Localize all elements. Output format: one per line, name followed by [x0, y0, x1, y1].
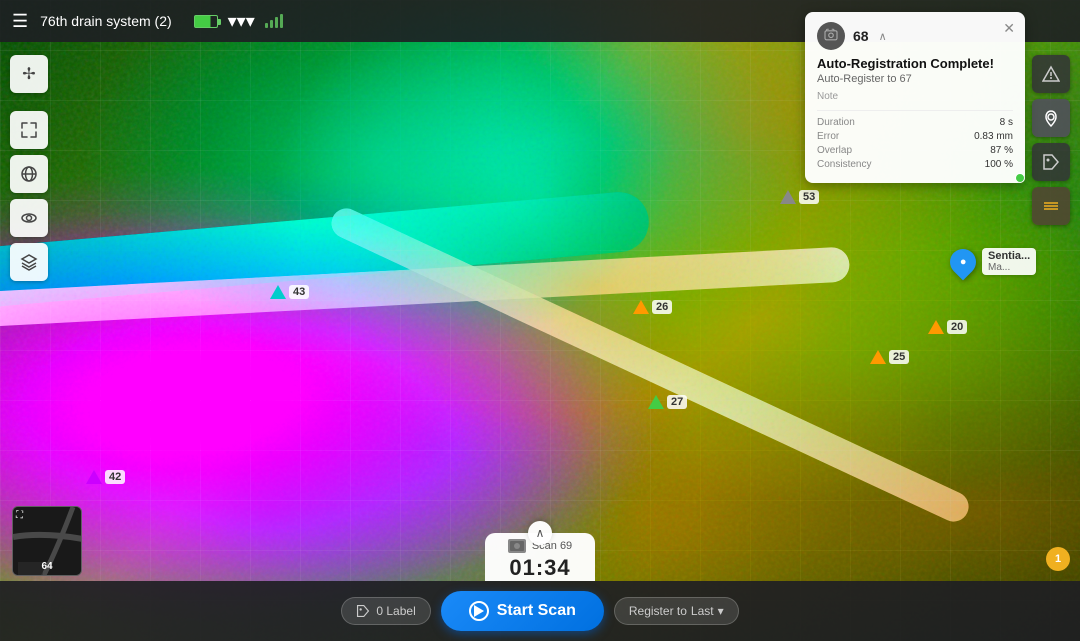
menu-icon[interactable]: ☰: [12, 11, 28, 32]
marker-42[interactable]: 42: [86, 470, 125, 484]
scan-thumbnail: [508, 539, 526, 553]
notification-note-label: Note: [817, 91, 1013, 102]
pin-label-sub: Ma...: [988, 262, 1030, 273]
location-right-button[interactable]: [1032, 99, 1070, 137]
scan-card-expand-button[interactable]: ∧: [528, 521, 552, 545]
move-tool-button[interactable]: ✢: [10, 55, 48, 93]
start-scan-label: Start Scan: [497, 602, 576, 620]
label-button[interactable]: 0 Label: [341, 597, 430, 625]
start-scan-button[interactable]: Start Scan: [441, 591, 604, 631]
marker-43[interactable]: 43: [270, 285, 309, 299]
view-tool-button[interactable]: [10, 199, 48, 237]
label-btn-text: 0 Label: [376, 604, 415, 618]
notif-row-duration: Duration 8 s: [817, 117, 1013, 128]
pin-label-main: Sentia...: [988, 250, 1030, 262]
start-scan-icon: [469, 601, 489, 621]
yellow-badge[interactable]: 1: [1046, 547, 1070, 571]
notif-row-overlap: Overlap 87 %: [817, 145, 1013, 156]
marker-20[interactable]: 20: [928, 320, 967, 334]
notification-avatar: [817, 22, 845, 50]
marker-53[interactable]: 53: [780, 190, 819, 204]
globe-tool-button[interactable]: [10, 155, 48, 193]
wifi-icon: ▾▾▾: [228, 11, 255, 32]
header-status-icons: ▾▾▾: [194, 11, 283, 32]
expand-tool-button[interactable]: [10, 111, 48, 149]
mini-map-expand-icon[interactable]: ⛶: [16, 510, 23, 521]
page-title: 76th drain system (2): [40, 13, 172, 29]
marker-27[interactable]: 27: [648, 395, 687, 409]
marker-26[interactable]: 26: [633, 300, 672, 314]
notif-row-error: Error 0.83 mm: [817, 131, 1013, 142]
notification-chevron: ∧: [879, 30, 887, 43]
battery-indicator: [194, 15, 218, 28]
scan-timer: 01:34: [509, 555, 570, 581]
tag-right-button[interactable]: [1032, 143, 1070, 181]
scan-card: ∧ Scan 69 01:34: [485, 533, 595, 581]
register-label: Register to: [629, 604, 687, 618]
signal-icon: [265, 14, 283, 28]
register-dropdown-icon[interactable]: ▾: [718, 604, 724, 618]
left-toolbar: ✢: [10, 55, 48, 281]
notification-close-button[interactable]: ✕: [1003, 20, 1015, 37]
app-container: 43 26 27 20 25 42 53 ● Sentia...: [0, 0, 1080, 641]
location-pin-sentia[interactable]: ● Sentia... Ma...: [950, 248, 1036, 275]
notification-details: Duration 8 s Error 0.83 mm Overlap 87 % …: [817, 110, 1013, 170]
caution-right-button[interactable]: [1032, 55, 1070, 93]
bottom-panel: ∧ Scan 69 01:34 0 Label Start: [0, 533, 1080, 641]
notif-row-consistency: Consistency 100 %: [817, 159, 1013, 170]
action-bar: 0 Label Start Scan Register to Last ▾: [0, 581, 1080, 641]
right-toolbar: [1032, 55, 1070, 225]
marker-25[interactable]: 25: [870, 350, 909, 364]
scan-line-right-button[interactable]: [1032, 187, 1070, 225]
register-option: Last: [691, 604, 714, 618]
notification-title: Auto-Registration Complete!: [817, 56, 1013, 71]
notification-card: ✕ 68 ∧ Auto-Registration Complete! Auto-…: [805, 12, 1025, 183]
register-to-button[interactable]: Register to Last ▾: [614, 597, 739, 625]
layers-tool-button[interactable]: [10, 243, 48, 281]
notification-id: 68: [853, 28, 869, 44]
notification-subtitle: Auto-Register to 67: [817, 73, 1013, 85]
